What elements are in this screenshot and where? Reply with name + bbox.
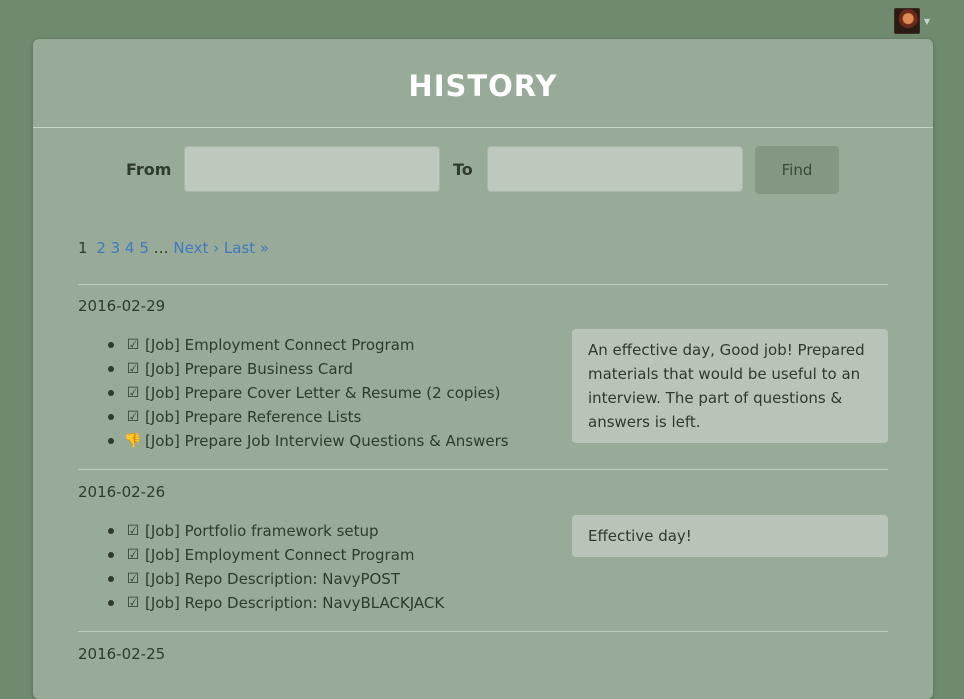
task-item: ☑ [Job] Repo Description: NavyPOST xyxy=(108,567,888,591)
bullet xyxy=(108,438,114,444)
from-label: From xyxy=(126,160,172,179)
check-square-icon: ☑ xyxy=(126,361,140,377)
page-link-2[interactable]: 2 xyxy=(96,239,106,257)
bullet xyxy=(108,390,114,396)
day-entry: 2016-02-25 xyxy=(78,645,888,665)
day-note: An effective day, Good job! Prepared mat… xyxy=(572,329,888,443)
from-date-input[interactable] xyxy=(184,146,440,192)
title-divider xyxy=(33,127,933,128)
bullet xyxy=(108,552,114,558)
page-link-3[interactable]: 3 xyxy=(111,239,121,257)
day-entry: 2016-02-26 ☑ [Job] Portfolio framework se… xyxy=(78,483,888,615)
check-square-icon: ☑ xyxy=(126,385,140,401)
bullet xyxy=(108,576,114,582)
divider xyxy=(78,284,888,285)
day-entry: 2016-02-29 ☑ [Job] Employment Connect Pro… xyxy=(78,297,888,453)
check-square-icon: ☑ xyxy=(126,547,140,563)
bullet xyxy=(108,414,114,420)
divider xyxy=(78,469,888,470)
page-title: HISTORY xyxy=(408,69,558,103)
day-note: Effective day! xyxy=(572,515,888,557)
page-ellipsis: … xyxy=(153,239,169,257)
bullet xyxy=(108,342,114,348)
task-text: [Job] Repo Description: NavyPOST xyxy=(145,570,400,588)
day-date: 2016-02-29 xyxy=(78,297,166,315)
day-date: 2016-02-25 xyxy=(78,645,166,663)
history-panel: HISTORY From To Find 1 2 3 4 5 … Next › … xyxy=(33,39,933,699)
divider xyxy=(78,631,888,632)
task-text: [Job] Employment Connect Program xyxy=(145,336,415,354)
next-page-link[interactable]: Next › xyxy=(173,239,219,257)
last-page-link[interactable]: Last » xyxy=(224,239,269,257)
to-label: To xyxy=(453,160,473,179)
task-item: ☑ [Job] Repo Description: NavyBLACKJACK xyxy=(108,591,888,615)
date-search-form: From To Find xyxy=(33,146,933,194)
check-square-icon: ☑ xyxy=(126,409,140,425)
caret-down-icon[interactable]: ▼ xyxy=(924,17,930,26)
task-text: [Job] Prepare Cover Letter & Resume (2 c… xyxy=(145,384,501,402)
pagination: 1 2 3 4 5 … Next › Last » xyxy=(78,239,269,257)
avatar[interactable] xyxy=(893,8,920,34)
find-button[interactable]: Find xyxy=(755,146,839,194)
check-square-icon: ☑ xyxy=(126,523,140,539)
check-square-icon: ☑ xyxy=(126,595,140,611)
day-date: 2016-02-26 xyxy=(78,483,166,501)
check-square-icon: ☑ xyxy=(126,337,140,353)
task-text: [Job] Portfolio framework setup xyxy=(145,522,379,540)
task-text: [Job] Prepare Job Interview Questions & … xyxy=(145,432,509,450)
page-current: 1 xyxy=(78,239,88,257)
bullet xyxy=(108,528,114,534)
user-menu[interactable]: ▼ xyxy=(893,8,930,34)
page-link-5[interactable]: 5 xyxy=(139,239,149,257)
thumbs-down-icon: 👎 xyxy=(124,433,142,449)
bullet xyxy=(108,600,114,606)
to-date-input[interactable] xyxy=(487,146,743,192)
task-text: [Job] Prepare Business Card xyxy=(145,360,353,378)
check-square-icon: ☑ xyxy=(126,571,140,587)
bullet xyxy=(108,366,114,372)
task-text: [Job] Prepare Reference Lists xyxy=(145,408,362,426)
task-text: [Job] Employment Connect Program xyxy=(145,546,415,564)
task-text: [Job] Repo Description: NavyBLACKJACK xyxy=(145,594,445,612)
page-link-4[interactable]: 4 xyxy=(125,239,135,257)
